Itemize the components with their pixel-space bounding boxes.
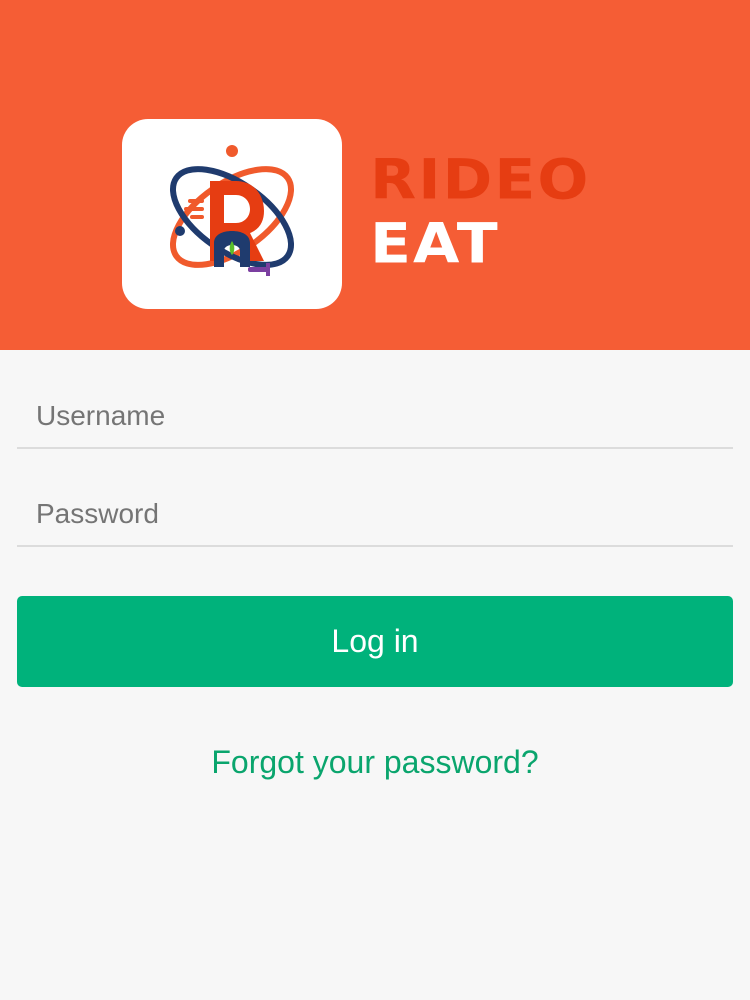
username-input[interactable] — [34, 395, 718, 437]
brand-line-rideo: RIDEO — [370, 147, 591, 213]
brand-name: RIDEO EAT — [370, 150, 590, 274]
app-logo — [122, 119, 342, 309]
password-input[interactable] — [34, 493, 718, 535]
password-field-container — [17, 485, 733, 547]
rideo-eat-logo-icon — [169, 145, 295, 276]
username-field-container — [17, 387, 733, 449]
forgot-password-link[interactable]: Forgot your password? — [0, 744, 750, 781]
login-button[interactable]: Log in — [17, 596, 733, 687]
header-banner: RIDEO EAT — [0, 0, 750, 350]
brand-line-eat: EAT — [370, 211, 500, 277]
